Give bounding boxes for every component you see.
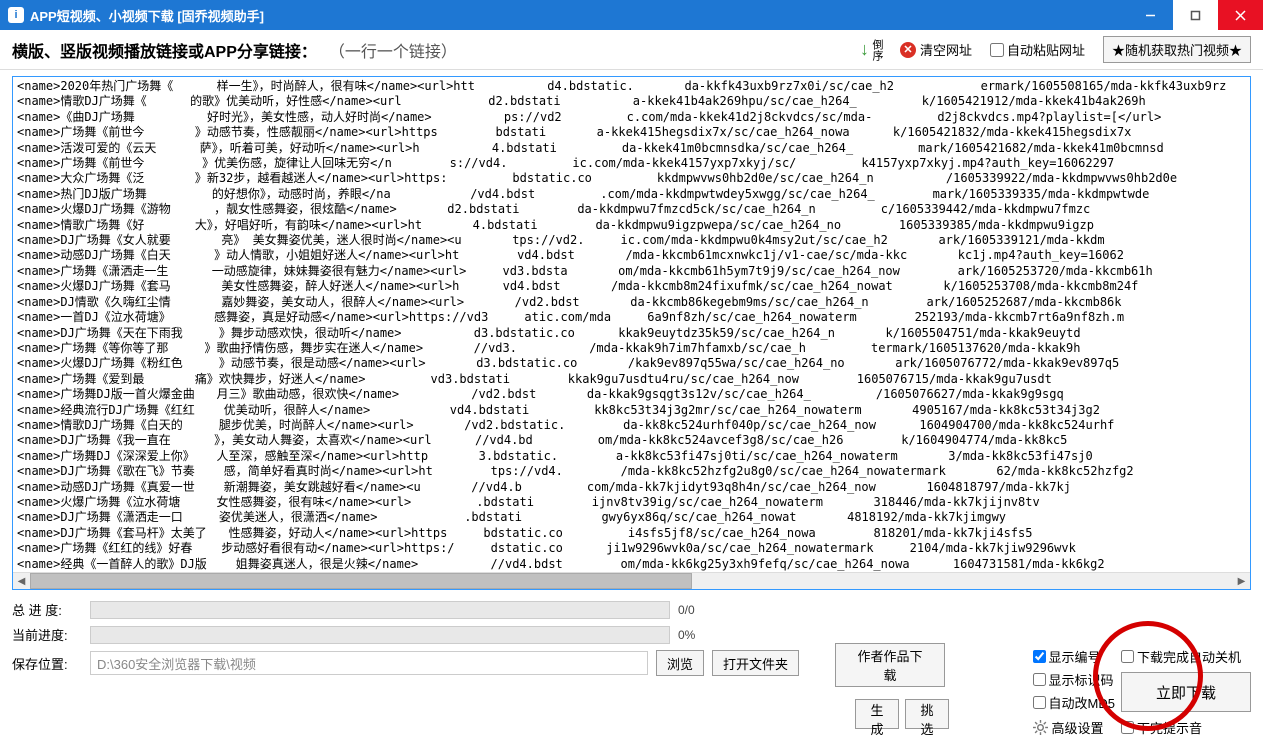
options-column: 显示编号 显示标识码 自动改MD5 高级设置 [1033, 647, 1115, 737]
scrollbar-thumb[interactable] [30, 573, 692, 589]
random-hot-video-button[interactable]: ★随机获取热门视频★ [1103, 36, 1251, 63]
auto-shutdown-checkbox[interactable]: 下载完成自动关机 [1121, 647, 1251, 666]
save-path-label: 保存位置: [12, 654, 82, 673]
save-path-input[interactable] [90, 651, 648, 675]
down-arrow-icon: ↓ [860, 39, 869, 60]
current-progress-text: 0% [678, 628, 695, 642]
current-progress-label: 当前进度: [12, 625, 82, 644]
toolbar: 横版、竖版视频播放链接或APP分享链接： （一行一个链接） ↓ 倒序 ✕ 清空网… [0, 30, 1263, 70]
url-textarea-wrap: <name>2020年热门广场舞《 样一生》，时尚醉人，很有味</name><u… [12, 76, 1251, 590]
close-button[interactable] [1218, 0, 1263, 30]
show-id-checkbox[interactable]: 显示标识码 [1033, 670, 1115, 689]
url-textarea[interactable]: <name>2020年热门广场舞《 样一生》，时尚醉人，很有味</name><u… [13, 77, 1250, 572]
app-icon: i [8, 7, 24, 23]
total-progress-label: 总 进 度: [12, 600, 82, 619]
done-sound-checkbox[interactable]: 下完提示音 [1121, 718, 1251, 737]
maximize-button[interactable] [1173, 0, 1218, 30]
browse-button[interactable]: 浏览 [656, 650, 704, 676]
total-progress-bar [90, 601, 670, 619]
scroll-right-arrow-icon[interactable]: ▶ [1233, 573, 1250, 590]
auto-paste-checkbox[interactable]: 自动粘贴网址 [990, 40, 1085, 59]
minimize-button[interactable] [1128, 0, 1173, 30]
current-progress-bar [90, 626, 670, 644]
clear-urls-button[interactable]: ✕ 清空网址 [900, 40, 972, 59]
download-now-button[interactable]: 立即下载 [1121, 672, 1251, 712]
horizontal-scrollbar[interactable]: ◀ ▶ [13, 572, 1250, 589]
title-bar: i APP短视频、小视频下载 [固乔视频助手] [0, 0, 1263, 30]
total-progress-text: 0/0 [678, 603, 695, 617]
reverse-order-button[interactable]: ↓ 倒序 [860, 39, 882, 61]
gear-icon [1033, 720, 1048, 735]
clear-x-icon: ✕ [900, 42, 916, 58]
input-label-hint: （一行一个链接） [329, 38, 457, 62]
open-folder-button[interactable]: 打开文件夹 [712, 650, 799, 676]
author-works-download-button[interactable]: 作者作品下载 [835, 643, 945, 687]
input-label-main: 横版、竖版视频播放链接或APP分享链接： [12, 38, 317, 62]
show-number-checkbox[interactable]: 显示编号 [1033, 647, 1115, 666]
window-title: APP短视频、小视频下载 [固乔视频助手] [30, 6, 1128, 25]
generate-button[interactable]: 生成 [855, 699, 899, 729]
scroll-left-arrow-icon[interactable]: ◀ [13, 573, 30, 590]
auto-md5-checkbox[interactable]: 自动改MD5 [1033, 693, 1115, 712]
advanced-settings-button[interactable]: 高级设置 [1033, 718, 1115, 737]
pick-button[interactable]: 挑选 [905, 699, 949, 729]
